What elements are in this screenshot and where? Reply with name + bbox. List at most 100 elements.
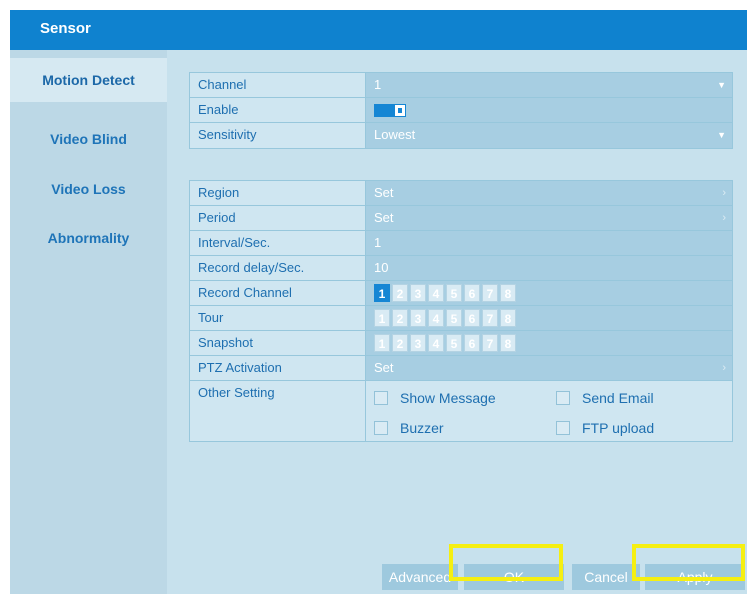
snapshot-chip-1[interactable]: 1 [374, 334, 390, 352]
enable-toggle[interactable] [374, 104, 406, 117]
sensitivity-value: Lowest [374, 127, 416, 142]
chevron-right-icon: › [722, 187, 726, 199]
tour-cell: 12345678 [366, 306, 732, 330]
ptz-value: Set [374, 360, 394, 375]
dropdown-arrow-icon: ▼ [717, 130, 726, 140]
window-title: Sensor [40, 20, 91, 37]
snapshot-chip-8[interactable]: 8 [500, 334, 516, 352]
checkbox-icon [556, 391, 570, 405]
sidebar-item-abnormality[interactable]: Abnormality [10, 216, 167, 260]
record-delay-label: Record delay/Sec. [190, 256, 366, 280]
channel-row: Channel 1 ▼ [190, 73, 732, 98]
other-setting-label: Other Setting [190, 381, 366, 441]
checkbox-icon [556, 421, 570, 435]
buzzer-checkbox[interactable]: Buzzer [374, 416, 444, 440]
tour-chips: 12345678 [374, 309, 516, 327]
record-channel-chips: 12345678 [374, 284, 516, 302]
checkbox-icon [374, 421, 388, 435]
tour-chip-7[interactable]: 7 [482, 309, 498, 327]
record-channel-chip-3[interactable]: 3 [410, 284, 426, 302]
ok-highlight-box [449, 544, 563, 581]
period-row: Period Set › [190, 206, 732, 231]
region-row: Region Set › [190, 181, 732, 206]
show-message-label: Show Message [400, 390, 496, 406]
send-email-checkbox[interactable]: Send Email [556, 386, 654, 410]
region-set-button[interactable]: Set › [366, 181, 732, 205]
record-channel-chip-4[interactable]: 4 [428, 284, 444, 302]
show-message-checkbox[interactable]: Show Message [374, 386, 496, 410]
snapshot-chip-6[interactable]: 6 [464, 334, 480, 352]
record-channel-chip-1[interactable]: 1 [374, 284, 390, 302]
toggle-fill [374, 104, 394, 117]
snapshot-chip-7[interactable]: 7 [482, 334, 498, 352]
record-channel-cell: 12345678 [366, 281, 732, 305]
record-channel-chip-5[interactable]: 5 [446, 284, 462, 302]
apply-highlight-box [632, 544, 745, 581]
cancel-button[interactable]: Cancel [572, 564, 640, 590]
period-set-button[interactable]: Set › [366, 206, 732, 230]
sidebar-item-video-blind[interactable]: Video Blind [10, 117, 167, 161]
dropdown-arrow-icon: ▼ [717, 80, 726, 90]
chevron-right-icon: › [722, 212, 726, 224]
advanced-button[interactable]: Advanced [382, 564, 458, 590]
snapshot-cell: 12345678 [366, 331, 732, 355]
period-value: Set [374, 210, 394, 225]
motion-settings-table: Region Set › Period Set › Interval/Sec. … [189, 180, 733, 442]
settings-panel: Channel 1 ▼ Enable Sensitivity Lowest ▼ … [167, 50, 747, 594]
period-label: Period [190, 206, 366, 230]
send-email-label: Send Email [582, 390, 654, 406]
tour-row: Tour 12345678 [190, 306, 732, 331]
sidebar-item-motion-detect[interactable]: Motion Detect [10, 58, 167, 102]
record-channel-chip-2[interactable]: 2 [392, 284, 408, 302]
tour-chip-6[interactable]: 6 [464, 309, 480, 327]
record-delay-input[interactable]: 10 [366, 256, 732, 280]
ptz-row: PTZ Activation Set › [190, 356, 732, 381]
tour-chip-1[interactable]: 1 [374, 309, 390, 327]
ftp-upload-checkbox[interactable]: FTP upload [556, 416, 654, 440]
sensitivity-select[interactable]: Lowest ▼ [366, 123, 732, 148]
basic-settings-table: Channel 1 ▼ Enable Sensitivity Lowest ▼ [189, 72, 733, 149]
sensor-window: Sensor Motion Detect Video Blind Video L… [10, 10, 747, 594]
other-setting-row: Other Setting Show Message Send Email Bu… [190, 381, 732, 441]
sidebar: Motion Detect Video Blind Video Loss Abn… [10, 50, 167, 594]
channel-label: Channel [190, 73, 366, 97]
buzzer-label: Buzzer [400, 420, 444, 436]
region-value: Set [374, 185, 394, 200]
enable-row: Enable [190, 98, 732, 123]
record-channel-chip-7[interactable]: 7 [482, 284, 498, 302]
tour-chip-5[interactable]: 5 [446, 309, 462, 327]
snapshot-row: Snapshot 12345678 [190, 331, 732, 356]
tour-chip-8[interactable]: 8 [500, 309, 516, 327]
chevron-right-icon: › [722, 362, 726, 374]
snapshot-chip-5[interactable]: 5 [446, 334, 462, 352]
enable-cell [366, 98, 732, 122]
record-channel-chip-6[interactable]: 6 [464, 284, 480, 302]
sidebar-item-video-loss[interactable]: Video Loss [10, 167, 167, 211]
title-bar: Sensor [10, 10, 747, 50]
snapshot-label: Snapshot [190, 331, 366, 355]
interval-label: Interval/Sec. [190, 231, 366, 255]
tour-chip-3[interactable]: 3 [410, 309, 426, 327]
snapshot-chip-3[interactable]: 3 [410, 334, 426, 352]
record-delay-row: Record delay/Sec. 10 [190, 256, 732, 281]
snapshot-chip-4[interactable]: 4 [428, 334, 444, 352]
ptz-set-button[interactable]: Set › [366, 356, 732, 380]
other-setting-cell: Show Message Send Email Buzzer FTP uploa… [366, 381, 732, 441]
ptz-label: PTZ Activation [190, 356, 366, 380]
channel-select[interactable]: 1 ▼ [366, 73, 732, 97]
interval-row: Interval/Sec. 1 [190, 231, 732, 256]
channel-value: 1 [374, 77, 382, 92]
ftp-upload-label: FTP upload [582, 420, 655, 436]
snapshot-chip-2[interactable]: 2 [392, 334, 408, 352]
sensitivity-label: Sensitivity [190, 123, 366, 148]
tour-label: Tour [190, 306, 366, 330]
checkbox-icon [374, 391, 388, 405]
enable-label: Enable [190, 98, 366, 122]
record-channel-chip-8[interactable]: 8 [500, 284, 516, 302]
region-label: Region [190, 181, 366, 205]
record-channel-row: Record Channel 12345678 [190, 281, 732, 306]
tour-chip-2[interactable]: 2 [392, 309, 408, 327]
toggle-knob [394, 104, 406, 117]
interval-input[interactable]: 1 [366, 231, 732, 255]
tour-chip-4[interactable]: 4 [428, 309, 444, 327]
